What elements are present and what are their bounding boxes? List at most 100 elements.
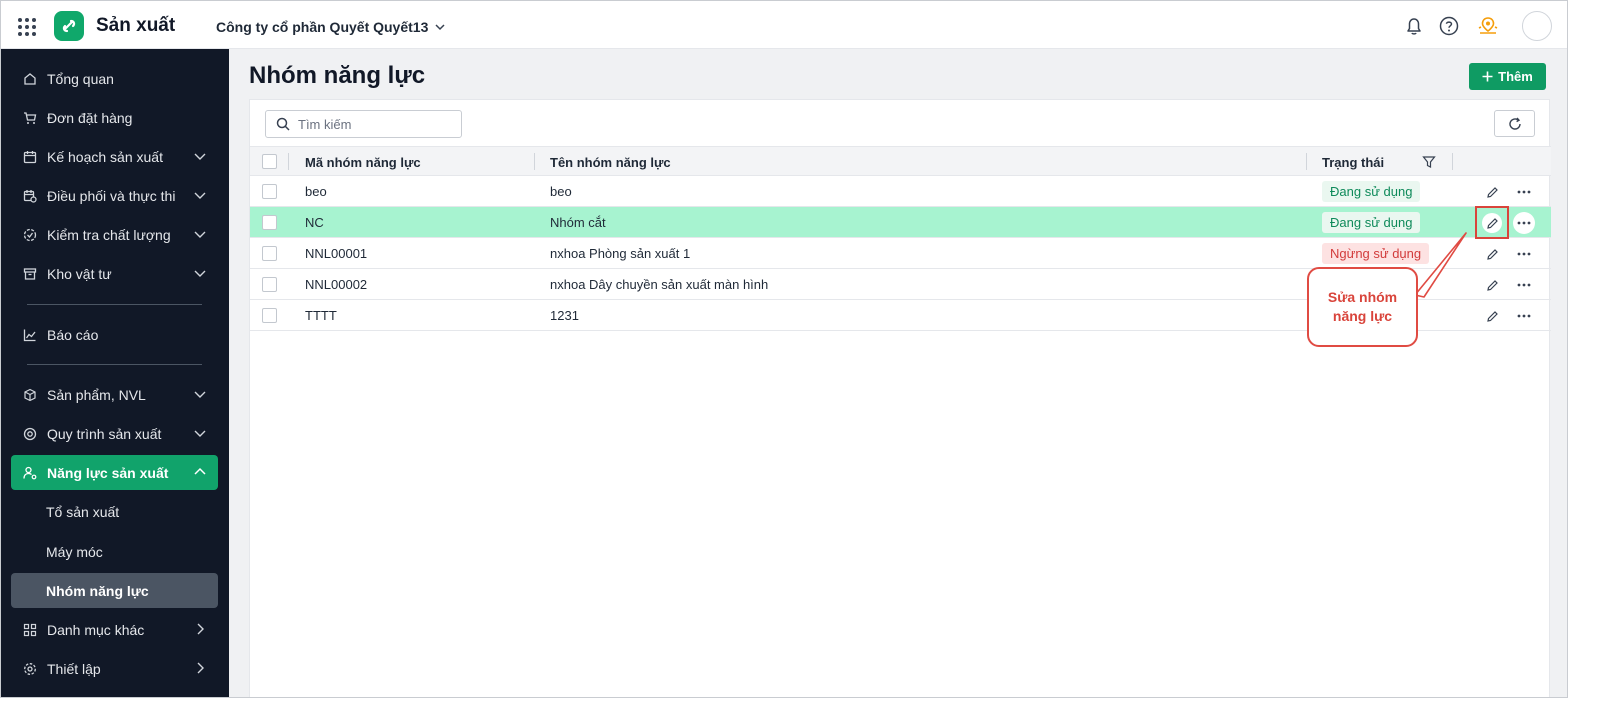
cell-name: nxhoa Dây chuyền sản xuất màn hình (550, 277, 769, 292)
search-icon (276, 117, 290, 131)
sidebar-item-ke-hoach-san-xuat[interactable]: Kế hoạch sản xuất (11, 139, 218, 174)
chevron-down-icon (194, 192, 206, 199)
sidebar-item-thiet-lap[interactable]: Thiết lập (11, 651, 218, 686)
user-gear-icon (23, 466, 37, 480)
row-checkbox[interactable] (262, 215, 277, 230)
column-separator (1306, 153, 1307, 170)
edit-button[interactable] (1482, 182, 1502, 202)
help-icon[interactable] (1438, 15, 1460, 37)
pencil-icon (1486, 310, 1498, 322)
calendar-clock-icon (23, 189, 37, 203)
home-icon (23, 72, 37, 86)
page-title: Nhóm năng lực (249, 62, 426, 89)
sidebar-item-nhom-nang-luc[interactable]: Nhóm năng lực (11, 573, 218, 608)
chevron-down-icon (194, 391, 206, 398)
row-checkbox[interactable] (262, 308, 277, 323)
column-header-status[interactable]: Trạng thái (1322, 155, 1384, 170)
sidebar: Tổng quan Đơn đặt hàng Kế hoạch sản xuất… (1, 49, 229, 697)
sidebar-item-quy-trinh-san-xuat[interactable]: Quy trình sản xuất (11, 416, 218, 451)
cell-name: beo (550, 184, 572, 199)
top-bar: Sản xuất Công ty cổ phần Quyết Quyết13 (1, 1, 1567, 49)
row-checkbox[interactable] (262, 184, 277, 199)
more-horizontal-icon (1517, 221, 1531, 225)
select-all-checkbox[interactable] (262, 154, 277, 169)
chevron-down-icon (194, 430, 206, 437)
column-separator (288, 153, 289, 170)
sidebar-item-san-pham-nvl[interactable]: Sản phẩm, NVL (11, 377, 218, 412)
more-button[interactable] (1513, 181, 1535, 203)
table-row[interactable]: NC Nhóm cắt Đang sử dụng (250, 206, 1551, 239)
table-row[interactable]: NNL00001 nxhoa Phòng sản xuất 1 Ngừng sử… (250, 238, 1551, 269)
sidebar-divider (27, 304, 202, 305)
calendar-icon (23, 150, 37, 164)
more-button[interactable] (1513, 243, 1535, 265)
cell-code: beo (305, 184, 327, 199)
row-checkbox[interactable] (262, 246, 277, 261)
settings-icon (23, 662, 37, 676)
chevron-right-icon (197, 623, 204, 635)
more-button[interactable] (1513, 212, 1535, 234)
sidebar-divider (27, 364, 202, 365)
cell-code: NNL00002 (305, 277, 368, 292)
pencil-icon (1486, 248, 1498, 260)
sidebar-item-tong-quan[interactable]: Tổng quan (11, 61, 218, 96)
grid-icon (23, 623, 37, 637)
sidebar-item-to-san-xuat[interactable]: Tổ sản xuất (11, 494, 218, 529)
process-icon (23, 427, 37, 441)
sidebar-item-danh-muc-khac[interactable]: Danh mục khác (11, 612, 218, 647)
cell-code: NC (305, 215, 324, 230)
sidebar-item-may-moc[interactable]: Máy móc (11, 534, 218, 569)
sidebar-item-label: Kế hoạch sản xuất (47, 148, 163, 165)
pencil-icon (1486, 186, 1498, 198)
sidebar-item-nang-luc-san-xuat[interactable]: Năng lực sản xuất (11, 455, 218, 490)
edit-button[interactable] (1482, 213, 1502, 233)
plus-icon (1482, 71, 1493, 82)
column-header-code[interactable]: Mã nhóm năng lực (305, 155, 421, 170)
edit-button[interactable] (1482, 244, 1502, 264)
sidebar-item-label: Nhóm năng lực (46, 582, 149, 599)
add-button[interactable]: Thêm (1469, 63, 1546, 90)
sidebar-item-kiem-tra-chat-luong[interactable]: Kiểm tra chất lượng (11, 217, 218, 252)
pencil-icon (1486, 279, 1498, 291)
sidebar-item-bao-cao[interactable]: Báo cáo (11, 317, 218, 352)
refresh-button[interactable] (1494, 110, 1535, 137)
search-input[interactable] (298, 116, 448, 132)
status-badge: Đang sử dụng (1322, 181, 1421, 202)
pencil-icon (1486, 217, 1498, 229)
table-row[interactable]: beo beo Đang sử dụng (250, 176, 1551, 207)
edit-button[interactable] (1482, 306, 1502, 326)
sidebar-item-label: Kho vật tư (47, 265, 112, 282)
company-selector[interactable]: Công ty cổ phần Quyết Quyết13 (216, 19, 446, 35)
sidebar-item-label: Kiểm tra chất lượng (47, 226, 171, 243)
apps-grid-icon[interactable] (18, 18, 36, 36)
filter-icon[interactable] (1422, 155, 1436, 169)
row-checkbox[interactable] (262, 277, 277, 292)
chevron-down-icon (435, 24, 445, 31)
sidebar-item-kho-vat-tu[interactable]: Kho vật tư (11, 256, 218, 291)
bell-icon[interactable] (1403, 15, 1425, 37)
more-button[interactable] (1513, 274, 1535, 296)
location-icon[interactable] (1477, 15, 1499, 37)
sidebar-item-label: Danh mục khác (47, 621, 145, 638)
cell-code: NNL00001 (305, 246, 368, 261)
avatar[interactable] (1522, 11, 1552, 41)
more-button[interactable] (1513, 305, 1535, 327)
app-title: Sản xuất (96, 15, 176, 36)
callout-text: Sửa nhóm năng lực (1327, 289, 1398, 324)
chevron-down-icon (194, 153, 206, 160)
edit-button[interactable] (1482, 275, 1502, 295)
chevron-down-icon (194, 231, 206, 238)
search-box[interactable] (265, 110, 462, 138)
sidebar-item-dieu-phoi[interactable]: Điều phối và thực thi (11, 178, 218, 213)
sidebar-item-label: Tổng quan (47, 70, 114, 87)
cube-icon (23, 388, 37, 402)
callout-annotation: Sửa nhóm năng lực (1307, 267, 1418, 347)
sidebar-item-label: Tổ sản xuất (46, 503, 120, 520)
sidebar-item-label: Quy trình sản xuất (47, 425, 162, 442)
sidebar-item-don-dat-hang[interactable]: Đơn đặt hàng (11, 100, 218, 135)
column-separator (1452, 153, 1453, 170)
more-horizontal-icon (1517, 314, 1531, 318)
app-window: Sản xuất Công ty cổ phần Quyết Quyết13 T… (0, 0, 1568, 698)
column-header-name[interactable]: Tên nhóm năng lực (550, 155, 671, 170)
sidebar-item-label: Đơn đặt hàng (47, 109, 133, 126)
